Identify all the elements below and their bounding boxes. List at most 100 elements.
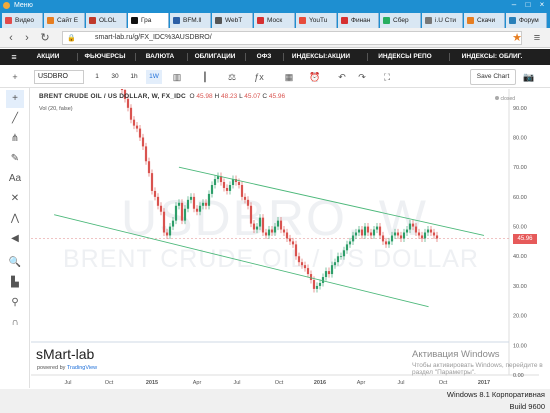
tab-label: WebT <box>225 17 243 24</box>
browser-tab[interactable]: Форум <box>506 13 547 28</box>
candles-icon[interactable]: ┃ <box>198 70 212 84</box>
cursor-cross-icon[interactable]: + <box>6 90 24 108</box>
site-menu-item[interactable]: ОБЛИГАЦИИ <box>190 49 240 65</box>
alert-icon[interactable]: ⏰ <box>308 70 322 84</box>
minimize-icon[interactable]: – <box>507 0 521 11</box>
candle-body <box>162 211 166 233</box>
browser-tab[interactable]: Сбер <box>380 13 421 28</box>
site-menu-item[interactable]: ИНДЕКСЫ: ОБЛИГ. <box>452 49 532 65</box>
candle-body <box>336 256 340 263</box>
tab-favicon-icon <box>89 17 96 24</box>
zoom-icon[interactable]: 🔍 <box>6 254 24 272</box>
projection-icon[interactable]: ⋀ <box>6 210 24 228</box>
menu-icon[interactable]: ≡ <box>530 31 544 45</box>
trend-line-icon[interactable]: ╱ <box>6 110 24 128</box>
symbol-input[interactable]: USDBRO <box>34 70 84 84</box>
candle-body <box>285 232 289 239</box>
reload-icon[interactable]: ↻ <box>38 31 52 45</box>
candle-body <box>339 256 343 258</box>
candle-body <box>369 232 373 236</box>
candle-body <box>414 226 418 233</box>
maximize-icon[interactable]: □ <box>521 0 535 11</box>
site-menu-item[interactable]: ФЬЮЧЕРСЫ <box>80 49 130 65</box>
browser-tab[interactable]: i.U Сти <box>422 13 463 28</box>
chart-area[interactable]: USDBRO, W BRENT CRUDE OIL / US DOLLAR 90… <box>31 89 539 387</box>
save-chart-button[interactable]: Save Chart <box>470 69 516 85</box>
legend-close-label: C <box>262 93 268 100</box>
site-menu-item[interactable]: ИНДЕКСЫ РЕПО <box>370 49 440 65</box>
forward-icon[interactable]: › <box>20 31 34 45</box>
timeframe-30[interactable]: 30 <box>108 70 122 84</box>
browser-tab[interactable]: Сайт Е <box>44 13 85 28</box>
site-menu-item[interactable]: ОФЗ <box>248 49 280 65</box>
fib-icon[interactable]: ⋔ <box>6 130 24 148</box>
measure-icon[interactable]: ▙ <box>6 274 24 292</box>
redo-icon[interactable]: ↷ <box>355 70 369 84</box>
hamburger-icon[interactable]: ≡ <box>6 49 22 65</box>
arrow-left-icon[interactable]: ◀ <box>6 230 24 248</box>
candle-body <box>195 208 199 212</box>
tab-label: Сбер <box>393 17 409 24</box>
templates-icon[interactable]: ▦ <box>282 70 296 84</box>
browser-tab[interactable]: OLOL <box>86 13 127 28</box>
site-menu-item[interactable]: ВАЛЮТА <box>138 49 182 65</box>
menu-separator <box>367 53 368 61</box>
timeframe-1w[interactable]: 1W <box>146 70 162 84</box>
activation-title: Активация Windows <box>412 349 500 360</box>
tab-label: BFM.ll <box>183 17 202 24</box>
bookmark-star-icon[interactable]: ★ <box>510 31 524 45</box>
url-field[interactable]: 🔒 smart-lab.ru/g/FX_IDC%3AUSDBRO/ <box>62 31 522 45</box>
site-menu-item[interactable]: АКЦИИ <box>28 49 68 65</box>
site-menu: ≡ АКЦИИ ФЬЮЧЕРСЫ ВАЛЮТА ОБЛИГАЦИИ ОФЗ ИНДЕКСЫ… <box>0 49 550 65</box>
candle-body <box>243 196 247 200</box>
activation-subtitle: Чтобы активировать Windows, перейдите в … <box>412 362 543 376</box>
back-icon[interactable]: ‹ <box>4 31 18 45</box>
tab-label: Моск <box>267 17 283 24</box>
lock-drawings-icon[interactable]: ⚲ <box>6 294 24 312</box>
menu-separator <box>449 53 450 61</box>
browser-tab[interactable]: Финан <box>338 13 379 28</box>
candle-body <box>177 202 181 206</box>
tab-favicon-icon <box>257 17 264 24</box>
browser-tab[interactable]: YouTu <box>296 13 337 28</box>
fullscreen-icon[interactable]: ⛶ <box>380 70 394 84</box>
brush-icon[interactable]: ✎ <box>6 150 24 168</box>
undo-icon[interactable]: ↶ <box>335 70 349 84</box>
candle-body <box>240 184 244 197</box>
legend-low-label: L <box>239 93 243 100</box>
x-tick-label: Apr <box>193 380 202 386</box>
magnet-icon[interactable]: ∩ <box>6 314 24 332</box>
candle-body <box>165 232 169 236</box>
browser-tab[interactable]: BFM.ll <box>170 13 211 28</box>
camera-icon[interactable]: 📷 <box>522 70 536 84</box>
timeframe-1[interactable]: 1 <box>90 70 104 84</box>
indicators-icon[interactable]: ƒx <box>252 70 266 84</box>
browser-tab[interactable]: Гра <box>128 13 169 28</box>
candle-body <box>267 229 271 236</box>
compare-icon[interactable]: ⚖ <box>225 70 239 84</box>
tradingview-link[interactable]: TradingView <box>67 365 97 371</box>
smartlab-logo[interactable]: sMart-lab <box>36 346 94 362</box>
candle-body <box>207 193 211 206</box>
timeframe-1h[interactable]: 1h <box>127 70 141 84</box>
y-tick-label: 70.00 <box>513 165 527 171</box>
candle-body <box>144 146 148 162</box>
candle-body <box>420 235 424 239</box>
candle-body <box>180 202 184 221</box>
candle-body <box>249 205 253 224</box>
crosshair-icon[interactable]: + <box>8 70 22 84</box>
browser-tab[interactable]: Моск <box>254 13 295 28</box>
close-window-icon[interactable]: × <box>535 0 549 11</box>
tab-label: OLOL <box>99 17 117 24</box>
pattern-icon[interactable]: ✕ <box>6 190 24 208</box>
tab-favicon-icon <box>383 17 390 24</box>
candle-body <box>390 235 394 242</box>
price-chart[interactable]: 90.00 80.00 70.00 60.00 50.00 40.00 30.00 20.00… <box>31 89 539 387</box>
browser-tab[interactable]: WebT <box>212 13 253 28</box>
bar-style-icon[interactable]: ▥ <box>170 70 184 84</box>
browser-tab[interactable]: Видео <box>2 13 43 28</box>
menu-separator <box>135 53 136 61</box>
site-menu-item[interactable]: ИНДЕКСЫ:АКЦИИ <box>286 49 356 65</box>
text-tool-icon[interactable]: Aa <box>6 170 24 188</box>
browser-tab[interactable]: Скачи <box>464 13 505 28</box>
